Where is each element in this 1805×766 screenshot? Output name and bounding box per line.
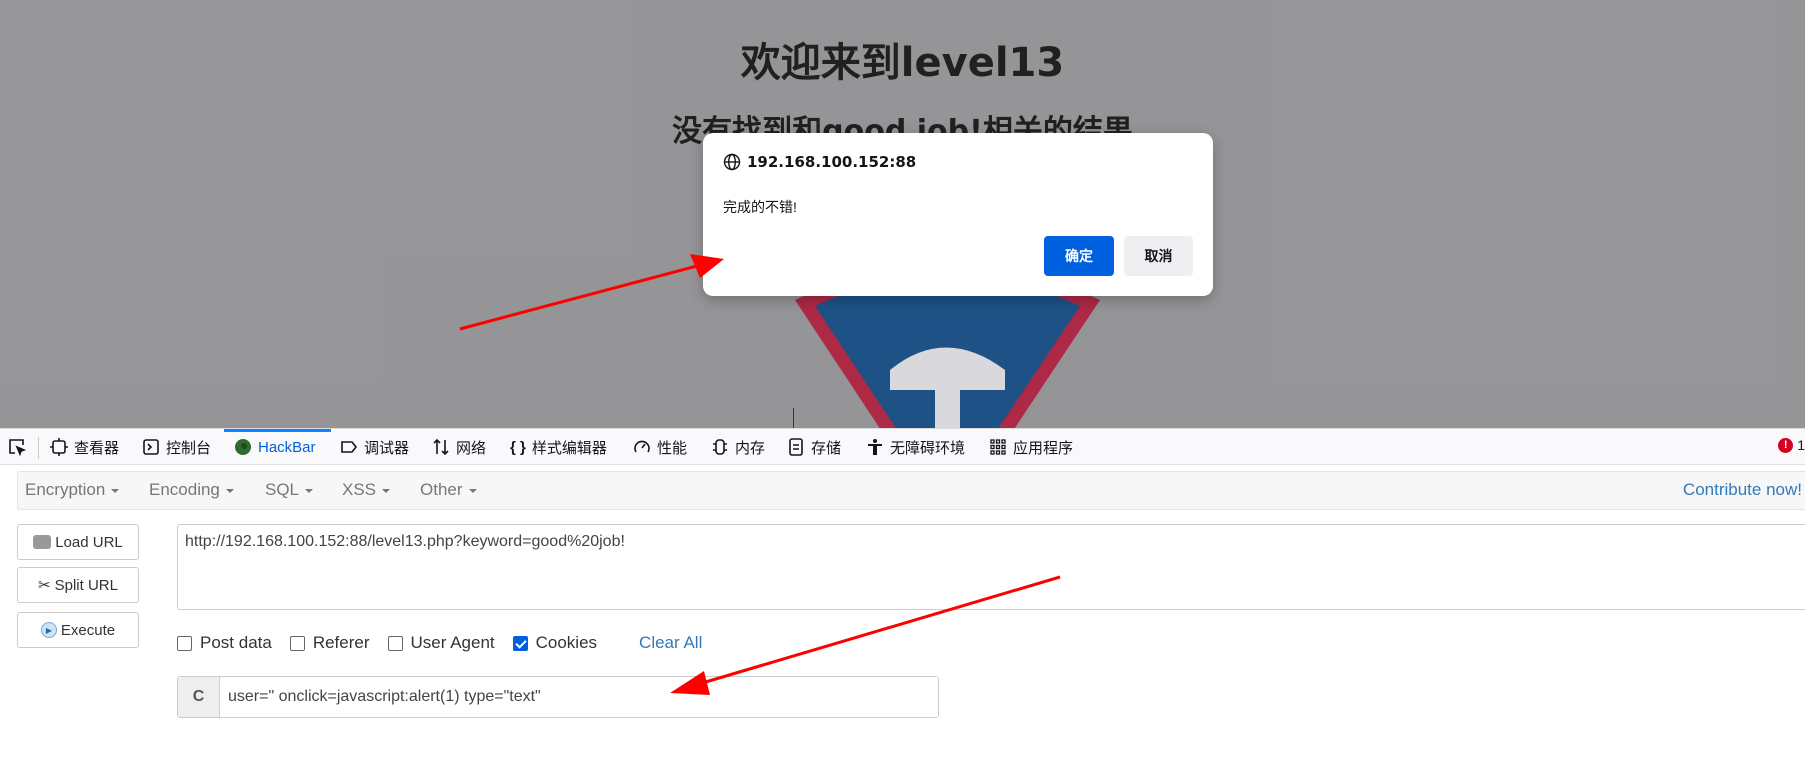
webpage: 欢迎来到level13 没有找到和good job!相关的结果 Level 13… bbox=[0, 0, 1805, 428]
tab-memory[interactable]: 内存 bbox=[711, 429, 765, 465]
cookies-checkbox[interactable]: Cookies bbox=[512, 633, 597, 653]
dialog-message: 完成的不错! bbox=[723, 199, 797, 215]
tab-label: 调试器 bbox=[364, 439, 410, 457]
error-counter[interactable]: ! 1 bbox=[1778, 437, 1805, 453]
caret-down-icon bbox=[468, 488, 477, 493]
application-icon bbox=[990, 439, 1006, 455]
error-count: 1 bbox=[1797, 437, 1805, 453]
performance-icon bbox=[634, 440, 650, 453]
scissors-icon: ✂ bbox=[38, 577, 51, 594]
play-icon: ▶ bbox=[40, 622, 57, 638]
caret-down-icon bbox=[305, 488, 314, 493]
tab-label: 网络 bbox=[456, 439, 487, 457]
tab-console[interactable]: 控制台 bbox=[142, 429, 211, 465]
tab-label: 性能 bbox=[657, 439, 688, 457]
tab-debugger[interactable]: 调试器 bbox=[340, 429, 409, 465]
tab-style-editor[interactable]: { } 样式编辑器 bbox=[510, 429, 607, 465]
cancel-button[interactable]: 取消 bbox=[1124, 236, 1193, 276]
cookie-field: C bbox=[177, 676, 939, 718]
globe-icon bbox=[723, 153, 741, 171]
load-url-button[interactable]: Load URL bbox=[17, 524, 139, 560]
dialog-origin: 192.168.100.152:88 bbox=[723, 153, 916, 171]
tab-label: 存储 bbox=[811, 439, 842, 457]
accessibility-icon bbox=[868, 439, 882, 455]
hackbar-menubar: Encryption Encoding SQL XSS Other Contri… bbox=[17, 471, 1805, 510]
toolbar-divider bbox=[38, 437, 39, 459]
caret-down-icon bbox=[382, 488, 391, 493]
element-picker-button[interactable] bbox=[8, 429, 26, 465]
tab-application[interactable]: 应用程序 bbox=[989, 429, 1073, 465]
menu-encryption[interactable]: Encryption bbox=[25, 480, 120, 500]
split-url-button[interactable]: ✂ Split URL bbox=[17, 567, 139, 603]
tab-label: 内存 bbox=[735, 439, 766, 457]
execute-button[interactable]: ▶ Execute bbox=[17, 612, 139, 648]
debugger-icon bbox=[341, 441, 358, 453]
tab-label: HackBar bbox=[258, 438, 316, 456]
inspector-icon bbox=[50, 438, 68, 456]
load-icon bbox=[33, 535, 52, 549]
menu-xss[interactable]: XSS bbox=[342, 480, 391, 500]
tab-accessibility[interactable]: 无障碍环境 bbox=[866, 429, 965, 465]
network-icon bbox=[433, 438, 449, 456]
tab-label: 控制台 bbox=[166, 439, 212, 457]
alert-dialog: 192.168.100.152:88 完成的不错! 确定 取消 bbox=[703, 133, 1213, 296]
caret-down-icon bbox=[225, 488, 234, 493]
user-agent-checkbox[interactable]: User Agent bbox=[387, 633, 495, 653]
url-input[interactable]: http://192.168.100.152:88/level13.php?ke… bbox=[177, 524, 1805, 610]
tab-inspector[interactable]: 查看器 bbox=[50, 429, 119, 465]
storage-icon bbox=[789, 438, 803, 456]
tab-label: 查看器 bbox=[74, 439, 120, 457]
contribute-link[interactable]: Contribute now! bbox=[1683, 480, 1802, 500]
tab-performance[interactable]: 性能 bbox=[633, 429, 687, 465]
tab-label: 应用程序 bbox=[1013, 439, 1074, 457]
tab-label: 无障碍环境 bbox=[890, 439, 966, 457]
error-icon: ! bbox=[1778, 437, 1794, 453]
console-icon bbox=[143, 439, 159, 455]
style-editor-icon: { } bbox=[510, 438, 526, 456]
menu-sql[interactable]: SQL bbox=[265, 480, 314, 500]
tab-storage[interactable]: 存储 bbox=[787, 429, 841, 465]
options-row: Post data Referer User Agent Cookies Cle… bbox=[177, 633, 702, 653]
ok-button[interactable]: 确定 bbox=[1044, 236, 1114, 276]
tab-hackbar[interactable]: HackBar bbox=[234, 429, 316, 465]
hackbar-icon bbox=[235, 439, 251, 455]
cookie-input[interactable] bbox=[220, 677, 938, 717]
caret-down-icon bbox=[111, 488, 120, 493]
menu-encoding[interactable]: Encoding bbox=[149, 480, 234, 500]
devtools-toolbar: 查看器 控制台 HackBar 调试器 网络 { } 样式编辑器 性能 内存 存储… bbox=[0, 428, 1805, 465]
post-data-checkbox[interactable]: Post data bbox=[177, 633, 272, 653]
clear-all-link[interactable]: Clear All bbox=[639, 633, 702, 653]
referer-checkbox[interactable]: Referer bbox=[289, 633, 370, 653]
element-picker-icon bbox=[9, 439, 26, 456]
cookie-label: C bbox=[178, 677, 220, 717]
dialog-origin-text: 192.168.100.152:88 bbox=[747, 153, 917, 171]
tab-network[interactable]: 网络 bbox=[432, 429, 486, 465]
menu-other[interactable]: Other bbox=[420, 480, 477, 500]
memory-icon bbox=[713, 439, 727, 455]
tab-label: 样式编辑器 bbox=[531, 439, 607, 457]
